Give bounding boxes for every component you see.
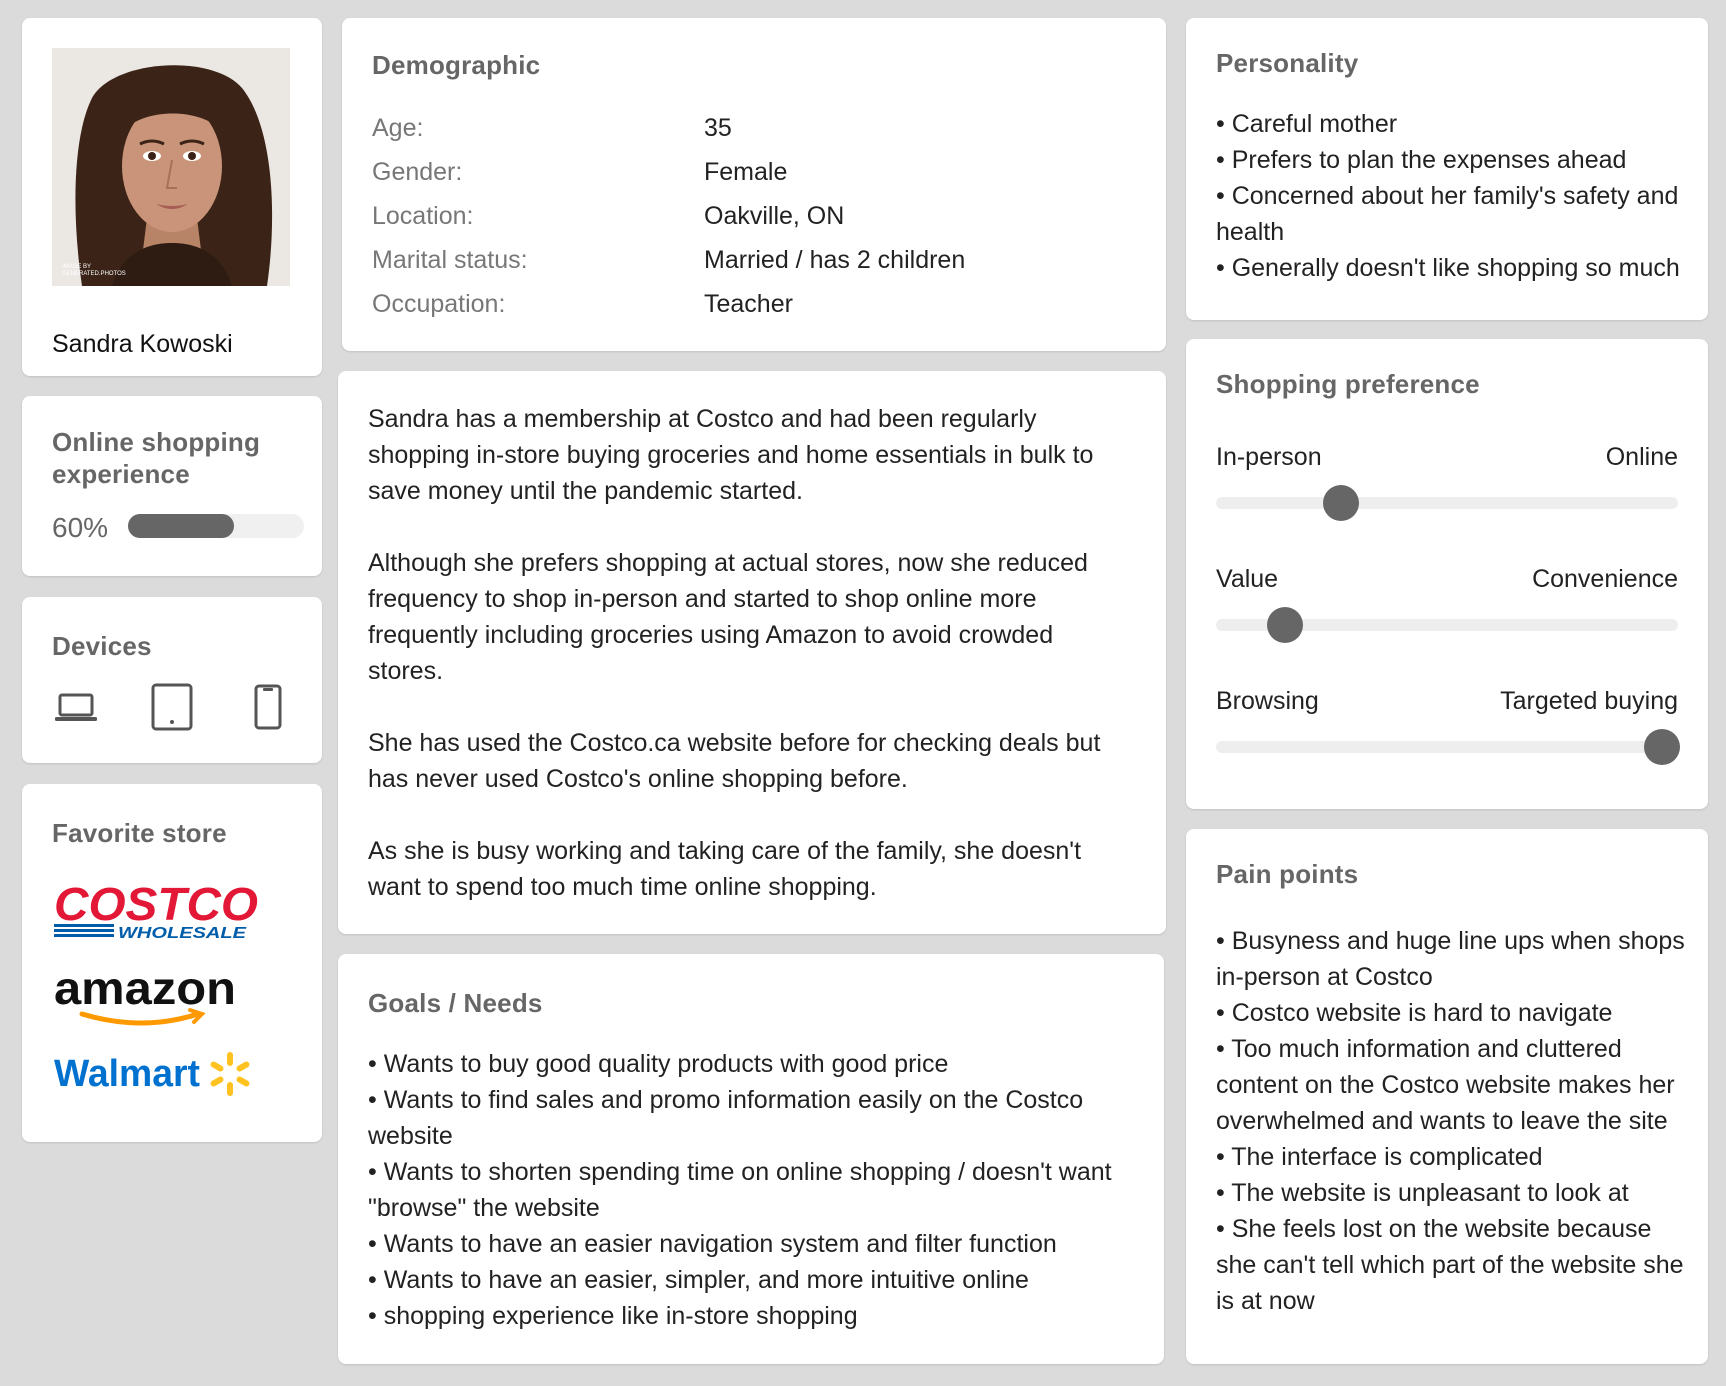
amazon-logo: amazon [54, 964, 236, 1026]
devices-title: Devices [52, 631, 152, 661]
avatar-illustration [52, 48, 290, 286]
pain-point-item: • Too much information and cluttered con… [1216, 1035, 1675, 1135]
demographic-value: Married / has 2 children [704, 246, 966, 274]
personality-item: • Careful mother [1216, 110, 1398, 138]
demographic-value: 35 [704, 114, 732, 142]
laptop-icon [55, 693, 97, 721]
goal-item: • Wants to find sales and promo informat… [368, 1086, 1084, 1150]
goal-item: • Wants to have an easier, simpler, and … [368, 1266, 1029, 1294]
bio-paragraph: She has used the Costco.ca website befor… [368, 729, 1101, 793]
scale-right-label: Convenience [1532, 565, 1678, 593]
pain-point-item: • Costco website is hard to navigate [1216, 999, 1613, 1027]
preference-scale-browsing-targeted: Browsing Targeted buying [1216, 687, 1680, 767]
devices-card: Devices [22, 597, 322, 763]
pain-point-item: • Busyness and huge line ups when shops … [1216, 927, 1685, 991]
photo-credit: IMAGE BY GENERATED.PHOTOS [62, 264, 126, 277]
goals-card: Goals / Needs • Wants to buy good qualit… [338, 954, 1164, 1364]
pain-points-title: Pain points [1216, 859, 1359, 889]
personality-title: Personality [1216, 48, 1359, 78]
experience-progress-fill [128, 514, 234, 538]
goal-item: • Wants to buy good quality products wit… [368, 1050, 949, 1078]
costco-logo-text: COSTCO [54, 880, 258, 930]
goals-list: • Wants to buy good quality products wit… [368, 1046, 1148, 1334]
goal-item: • shopping experience like in-store shop… [368, 1302, 858, 1330]
experience-title: Online shopping experience [52, 427, 261, 489]
scale-knob[interactable] [1643, 729, 1680, 765]
bio-card: Sandra has a membership at Costco and ha… [338, 371, 1166, 934]
bio-text: Sandra has a membership at Costco and ha… [368, 401, 1128, 941]
demographic-label: Age: [372, 114, 424, 142]
pain-point-item: • The interface is complicated [1216, 1143, 1543, 1171]
shopping-preference-card: Shopping preference In-person Online Val… [1186, 339, 1708, 809]
costco-logo-subtext: WHOLESALE [118, 925, 248, 942]
experience-card: Online shopping experience 60% [22, 396, 322, 576]
scale-left-label: In-person [1216, 443, 1322, 471]
demographic-value: Female [704, 158, 788, 186]
scale-left-label: Value [1216, 565, 1279, 593]
demographic-label: Location: [372, 202, 474, 230]
preference-scale-inperson-online: In-person Online [1216, 443, 1678, 523]
smartphone-icon [254, 684, 282, 730]
goals-title: Goals / Needs [368, 988, 543, 1018]
demographic-title: Demographic [372, 50, 541, 80]
goal-item: • Wants to have an easier navigation sys… [368, 1230, 1057, 1258]
walmart-logo-text: Walmart [54, 1053, 200, 1095]
demographic-label: Marital status: [372, 246, 528, 274]
pain-points-card: Pain points • Busyness and huge line ups… [1186, 829, 1708, 1364]
pain-points-list: • Busyness and huge line ups when shops … [1216, 923, 1696, 1319]
scale-knob[interactable] [1267, 607, 1304, 643]
scale-right-label: Targeted buying [1500, 687, 1678, 715]
demographic-label: Gender: [372, 158, 463, 186]
amazon-logo-text: amazon [54, 964, 236, 1014]
profile-photo: IMAGE BY GENERATED.PHOTOS [52, 48, 290, 286]
scale-left-label: Browsing [1216, 687, 1319, 715]
scale-track [1216, 497, 1678, 509]
scale-track [1216, 741, 1678, 753]
scale-right-label: Online [1605, 443, 1678, 471]
walmart-logo: Walmart [54, 1052, 250, 1096]
personality-item: • Concerned about her family's safety an… [1216, 182, 1679, 246]
pain-point-item: • She feels lost on the website because … [1216, 1215, 1684, 1315]
persona-name: Sandra Kowoski [52, 330, 233, 358]
experience-value: 60% [52, 512, 109, 543]
costco-logo: COSTCO WHOLESALE [54, 880, 258, 942]
personality-item: • Generally doesn't like shopping so muc… [1216, 254, 1680, 282]
bio-paragraph: Sandra has a membership at Costco and ha… [368, 405, 1094, 505]
demographic-value: Oakville, ON [704, 202, 845, 230]
demographic-card: Demographic Age: 35 Gender: Female Locat… [342, 18, 1166, 351]
favorite-store-title: Favorite store [52, 818, 227, 848]
profile-card: IMAGE BY GENERATED.PHOTOS Sandra Kowoski [22, 18, 322, 376]
tablet-icon [151, 683, 193, 731]
bio-paragraph: Although she prefers shopping at actual … [368, 549, 1088, 685]
pain-point-item: • The website is unpleasant to look at [1216, 1179, 1629, 1207]
personality-card: Personality • Careful mother • Prefers t… [1186, 18, 1708, 320]
personality-item: • Prefers to plan the expenses ahead [1216, 146, 1627, 174]
demographic-label: Occupation: [372, 290, 506, 318]
scale-knob[interactable] [1322, 485, 1359, 521]
preference-scale-value-convenience: Value Convenience [1216, 565, 1678, 645]
bio-paragraph: As she is busy working and taking care o… [368, 837, 1082, 901]
shopping-preference-title: Shopping preference [1216, 369, 1480, 399]
demographic-value: Teacher [704, 290, 793, 318]
personality-list: • Careful mother • Prefers to plan the e… [1216, 106, 1686, 286]
experience-progress-bar [128, 514, 304, 538]
goal-item: • Wants to shorten spending time on onli… [368, 1158, 1112, 1222]
favorite-store-card: Favorite store COSTCO WHOLESALE amazon W… [22, 784, 322, 1142]
